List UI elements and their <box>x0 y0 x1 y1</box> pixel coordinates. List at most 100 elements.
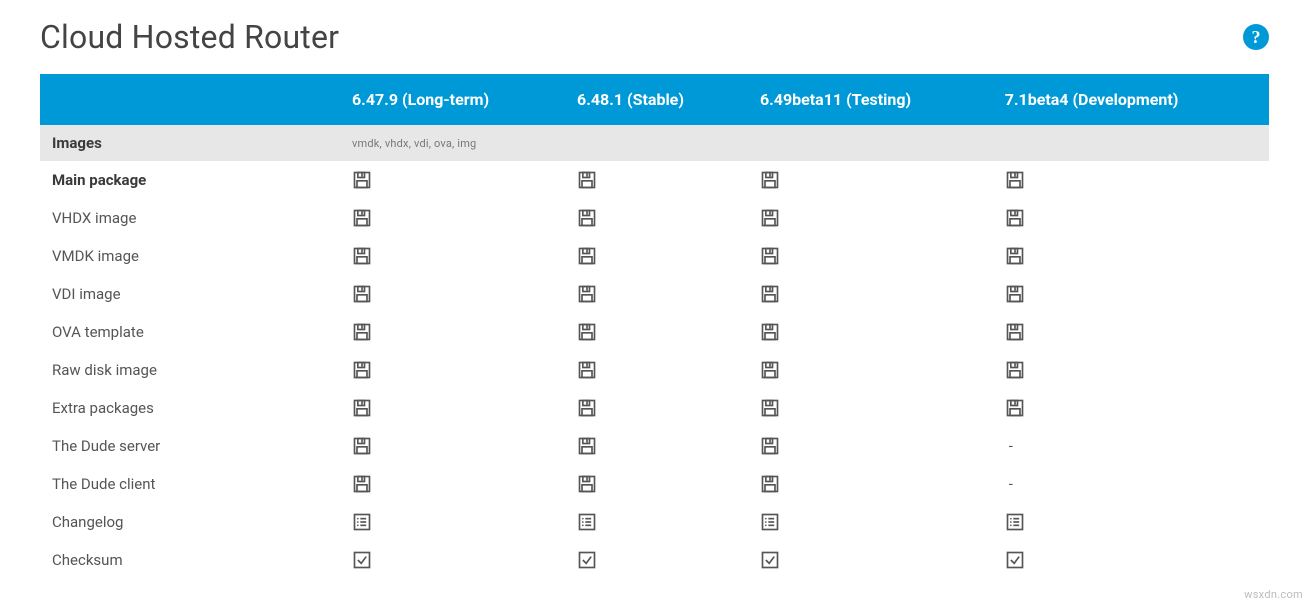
checksum-icon[interactable] <box>352 550 553 570</box>
row-label: OVA template <box>40 313 340 351</box>
download-cell <box>565 389 748 427</box>
download-cell <box>748 503 993 541</box>
table-row: VDI image <box>40 275 1269 313</box>
col-stable: 6.48.1 (Stable) <box>565 74 748 125</box>
download-icon[interactable] <box>1005 284 1257 304</box>
downloads-table: 6.47.9 (Long-term) 6.48.1 (Stable) 6.49b… <box>40 74 1269 579</box>
row-label: VDI image <box>40 275 340 313</box>
download-cell <box>993 313 1269 351</box>
download-cell <box>993 237 1269 275</box>
table-row: The Dude server - <box>40 427 1269 465</box>
download-icon[interactable] <box>760 360 981 380</box>
changelog-icon[interactable] <box>577 512 736 532</box>
download-icon[interactable] <box>577 170 736 190</box>
help-icon[interactable]: ? <box>1243 24 1269 50</box>
table-row: VHDX image <box>40 199 1269 237</box>
download-icon[interactable] <box>760 436 981 456</box>
download-cell: - <box>993 465 1269 503</box>
download-cell <box>340 237 565 275</box>
download-cell <box>993 389 1269 427</box>
download-icon[interactable] <box>577 208 736 228</box>
download-cell <box>565 541 748 579</box>
row-label: VHDX image <box>40 199 340 237</box>
download-icon[interactable] <box>352 322 553 342</box>
download-cell <box>748 161 993 199</box>
checksum-icon[interactable] <box>577 550 736 570</box>
download-icon[interactable] <box>1005 360 1257 380</box>
download-cell <box>565 237 748 275</box>
download-cell <box>340 275 565 313</box>
table-row: Main package <box>40 161 1269 199</box>
row-label: Changelog <box>40 503 340 541</box>
row-label: Extra packages <box>40 389 340 427</box>
download-icon[interactable] <box>760 284 981 304</box>
checksum-icon[interactable] <box>1005 550 1257 570</box>
download-cell <box>993 199 1269 237</box>
download-cell <box>340 427 565 465</box>
page-title: Cloud Hosted Router <box>40 18 339 56</box>
download-cell <box>565 503 748 541</box>
changelog-icon[interactable] <box>1005 512 1257 532</box>
download-icon[interactable] <box>1005 170 1257 190</box>
table-row: Raw disk image <box>40 351 1269 389</box>
download-cell <box>748 389 993 427</box>
download-icon[interactable] <box>577 284 736 304</box>
download-icon[interactable] <box>352 208 553 228</box>
download-cell <box>565 199 748 237</box>
download-cell <box>565 161 748 199</box>
download-cell <box>993 541 1269 579</box>
col-blank <box>40 74 340 125</box>
download-icon[interactable] <box>1005 398 1257 418</box>
download-cell <box>993 161 1269 199</box>
download-icon[interactable] <box>352 284 553 304</box>
download-icon[interactable] <box>352 246 553 266</box>
col-long-term: 6.47.9 (Long-term) <box>340 74 565 125</box>
download-cell <box>340 199 565 237</box>
changelog-icon[interactable] <box>760 512 981 532</box>
download-cell <box>748 427 993 465</box>
download-icon[interactable] <box>760 246 981 266</box>
row-label: The Dude client <box>40 465 340 503</box>
download-icon[interactable] <box>1005 208 1257 228</box>
download-cell <box>748 351 993 389</box>
download-icon[interactable] <box>352 436 553 456</box>
download-cell <box>340 503 565 541</box>
download-cell: - <box>993 427 1269 465</box>
download-icon[interactable] <box>352 474 553 494</box>
download-cell <box>340 313 565 351</box>
row-label: Raw disk image <box>40 351 340 389</box>
download-icon[interactable] <box>1005 246 1257 266</box>
download-cell <box>748 237 993 275</box>
row-label: The Dude server <box>40 427 340 465</box>
download-icon[interactable] <box>577 322 736 342</box>
download-cell <box>340 161 565 199</box>
not-available: - <box>1005 475 1013 493</box>
download-cell <box>565 465 748 503</box>
changelog-icon[interactable] <box>352 512 553 532</box>
download-cell <box>748 199 993 237</box>
download-cell <box>748 541 993 579</box>
row-label: VMDK image <box>40 237 340 275</box>
download-icon[interactable] <box>1005 322 1257 342</box>
checksum-icon[interactable] <box>760 550 981 570</box>
download-cell <box>565 427 748 465</box>
download-icon[interactable] <box>577 360 736 380</box>
download-icon[interactable] <box>760 474 981 494</box>
download-icon[interactable] <box>760 322 981 342</box>
download-icon[interactable] <box>577 436 736 456</box>
download-icon[interactable] <box>352 360 553 380</box>
download-icon[interactable] <box>760 170 981 190</box>
download-icon[interactable] <box>577 246 736 266</box>
images-label: Images <box>40 125 340 161</box>
download-icon[interactable] <box>352 398 553 418</box>
download-icon[interactable] <box>760 208 981 228</box>
download-icon[interactable] <box>577 474 736 494</box>
download-icon[interactable] <box>760 398 981 418</box>
download-icon[interactable] <box>577 398 736 418</box>
download-cell <box>340 541 565 579</box>
download-cell <box>748 275 993 313</box>
row-label: Main package <box>40 161 340 199</box>
download-cell <box>565 313 748 351</box>
download-icon[interactable] <box>352 170 553 190</box>
watermark: wsxdn.com <box>1244 588 1303 601</box>
